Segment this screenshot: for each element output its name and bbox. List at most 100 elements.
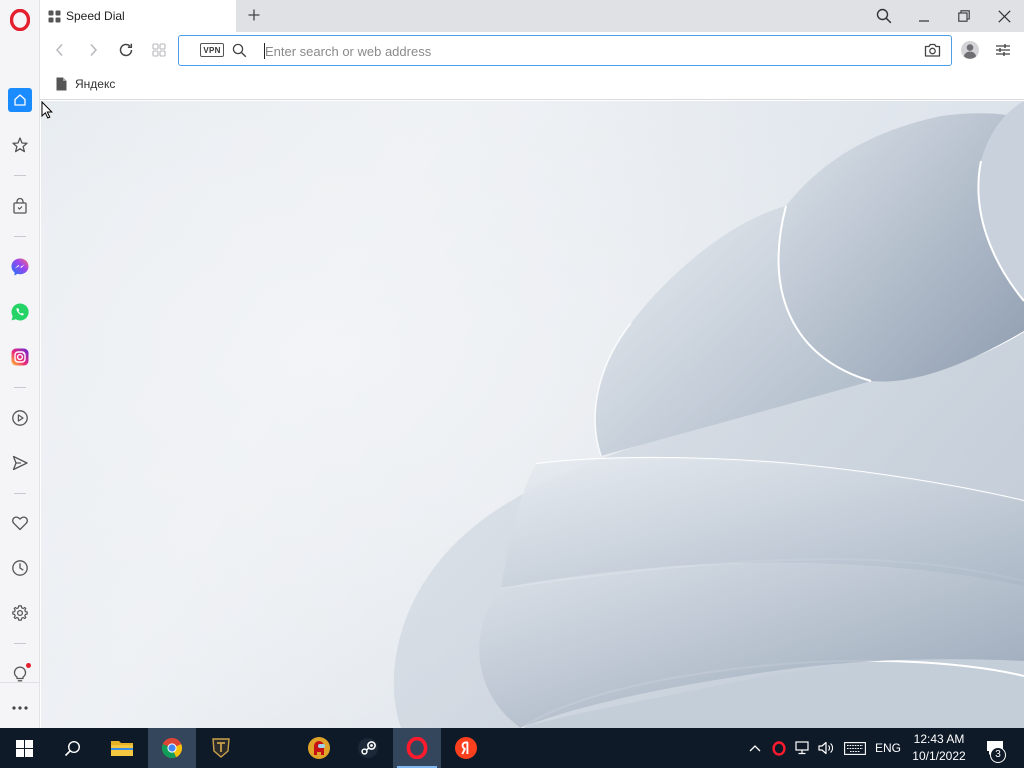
- address-input[interactable]: [263, 41, 903, 61]
- tab-strip: Speed Dial: [40, 0, 1024, 32]
- vpn-badge[interactable]: VPN: [200, 43, 224, 57]
- tray-clock[interactable]: 12:43 AM 10/1/2022: [900, 731, 978, 765]
- plus-icon: [248, 9, 260, 21]
- mouse-cursor-icon: [41, 101, 53, 119]
- taskbar-yandex-browser[interactable]: [442, 728, 490, 768]
- reload-button[interactable]: [113, 38, 139, 62]
- sidebar-item-settings[interactable]: [0, 598, 40, 628]
- star-icon: [12, 137, 28, 153]
- sliders-icon: [996, 44, 1010, 56]
- gear-icon: [12, 605, 28, 621]
- sidebar-item-my-flow[interactable]: [0, 191, 40, 221]
- tab-search-button[interactable]: [864, 0, 904, 32]
- notification-dot: [26, 663, 31, 668]
- taskbar-opera[interactable]: [393, 728, 441, 768]
- clock-date: 10/1/2022: [912, 749, 966, 763]
- tab-title: Speed Dial: [66, 9, 125, 23]
- language-indicator: ENG: [874, 741, 901, 755]
- search-icon: [232, 43, 247, 58]
- sidebar-divider: [14, 387, 26, 388]
- windows-taskbar: ENG 12:43 AM 10/1/2022 3: [0, 728, 1024, 768]
- sidebar-item-tips[interactable]: [0, 659, 40, 689]
- clock-icon: [12, 560, 28, 576]
- taskbar-steam[interactable]: [344, 728, 392, 768]
- speaker-icon: [818, 741, 833, 755]
- opera-logo-icon: [10, 9, 30, 31]
- restore-icon: [958, 10, 970, 22]
- sidebar-item-instagram[interactable]: [0, 342, 40, 372]
- sidebar-item-bookmarks[interactable]: [0, 130, 40, 160]
- action-center-button[interactable]: 3: [980, 728, 1010, 768]
- chrome-icon: [161, 737, 183, 759]
- sidebar-divider: [14, 236, 26, 237]
- among-us-icon: [308, 737, 330, 759]
- more-dots-icon: [12, 706, 28, 710]
- taskbar-among-us[interactable]: [295, 728, 343, 768]
- chevron-left-icon: [55, 43, 63, 57]
- reload-icon: [119, 43, 133, 57]
- start-button[interactable]: [0, 728, 48, 768]
- instagram-icon: [11, 348, 29, 366]
- taskbar-file-explorer[interactable]: [98, 728, 146, 768]
- tray-touch-keyboard[interactable]: [840, 728, 870, 768]
- opera-icon: [772, 740, 786, 756]
- new-tab-button[interactable]: [243, 4, 265, 26]
- easy-setup-button[interactable]: [990, 38, 1016, 62]
- search-icon: [64, 740, 80, 756]
- sidebar-more-button[interactable]: [0, 693, 40, 723]
- sidebar-item-whatsapp[interactable]: [0, 297, 40, 327]
- close-icon: [997, 9, 1011, 23]
- whatsapp-icon: [11, 303, 29, 321]
- show-hidden-icons-button[interactable]: [745, 728, 765, 768]
- tab-speed-dial[interactable]: Speed Dial: [40, 0, 236, 32]
- yandex-icon: [455, 737, 477, 759]
- back-button[interactable]: [47, 38, 73, 62]
- restore-button[interactable]: [944, 0, 984, 32]
- snapshot-camera-icon[interactable]: [924, 42, 941, 58]
- sidebar-item-history[interactable]: [0, 553, 40, 583]
- sidebar-divider: [0, 682, 40, 683]
- sidebar-divider: [14, 493, 26, 494]
- shopping-bag-icon: [13, 197, 27, 214]
- sidebar-divider: [14, 643, 26, 644]
- sidebar-item-speed-dial[interactable]: [0, 85, 40, 115]
- profile-button[interactable]: [957, 38, 983, 62]
- close-window-button[interactable]: [984, 0, 1024, 32]
- speed-dial-button[interactable]: [146, 38, 172, 62]
- home-icon: [8, 88, 32, 112]
- speed-dial-page: [41, 101, 1024, 728]
- network-icon: [795, 741, 809, 755]
- bookmarks-bar: Яндекс: [40, 68, 1024, 100]
- opera-icon: [406, 737, 428, 759]
- taskbar-chrome[interactable]: [148, 728, 196, 768]
- forward-button[interactable]: [80, 38, 106, 62]
- sidebar-item-messenger[interactable]: [0, 252, 40, 282]
- sidebar-item-pinboards[interactable]: [0, 508, 40, 538]
- search-button[interactable]: [48, 728, 96, 768]
- tray-opera[interactable]: [768, 728, 790, 768]
- minimize-button[interactable]: [904, 0, 944, 32]
- minimize-icon: [919, 20, 929, 22]
- tray-volume[interactable]: [815, 728, 837, 768]
- bookmark-item[interactable]: Яндекс: [56, 75, 115, 93]
- address-bar: VPN: [178, 35, 952, 66]
- send-arrow-icon: [12, 455, 28, 471]
- wallpaper-bloom-image: [41, 101, 1024, 728]
- folder-icon: [111, 741, 133, 756]
- grid-icon: [152, 43, 166, 57]
- windows-logo-icon: [15, 739, 33, 757]
- play-circle-icon: [12, 410, 28, 426]
- tray-network[interactable]: [792, 728, 814, 768]
- notification-count-badge: 3: [990, 747, 1006, 763]
- messenger-icon: [11, 258, 29, 276]
- sidebar-divider: [14, 175, 26, 176]
- keyboard-icon: [844, 741, 866, 755]
- opera-menu-button[interactable]: [0, 5, 40, 35]
- document-icon: [56, 77, 67, 91]
- sidebar-item-send[interactable]: [0, 448, 40, 478]
- sidebar-item-player[interactable]: [0, 403, 40, 433]
- chevron-up-icon: [749, 745, 761, 752]
- taskbar-world-of-tanks[interactable]: [197, 728, 245, 768]
- heart-icon: [12, 516, 28, 531]
- chevron-right-icon: [90, 43, 98, 57]
